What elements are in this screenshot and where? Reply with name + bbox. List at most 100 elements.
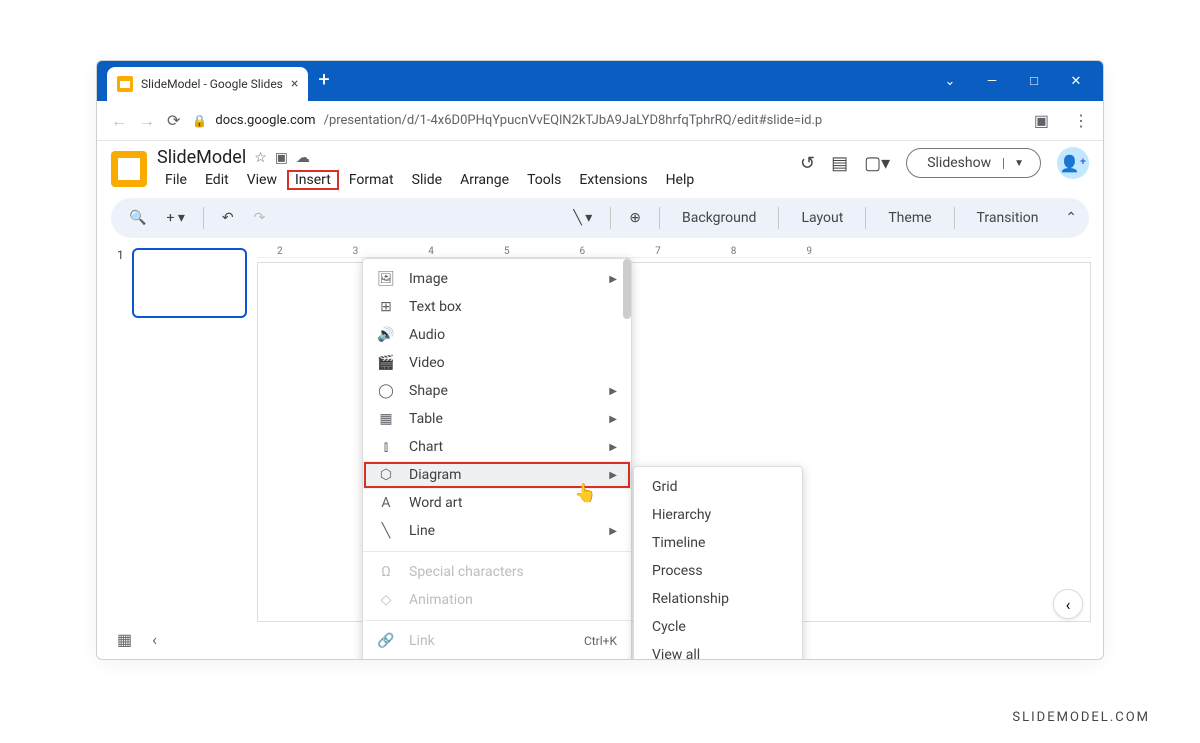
menu-insert[interactable]: Insert xyxy=(287,170,339,190)
menu-tools[interactable]: Tools xyxy=(519,170,569,190)
maximize-button[interactable]: □ xyxy=(1027,74,1041,88)
reload-icon[interactable]: ⟳ xyxy=(167,111,180,130)
undo-icon[interactable]: ↶ xyxy=(216,206,240,230)
menu-format[interactable]: Format xyxy=(341,170,402,190)
menu-shortcut: Ctrl+K xyxy=(584,634,617,648)
submenu-arrow-icon: ▶ xyxy=(609,470,617,481)
menu-item-label: Chart xyxy=(409,439,595,455)
insert-menu-item-comment[interactable]: ⊕CommentCtrl+Alt+M xyxy=(363,655,631,660)
menu-item-label: Animation xyxy=(409,592,617,608)
image-icon: 🖼 xyxy=(377,271,395,287)
menu-extensions[interactable]: Extensions xyxy=(571,170,655,190)
diagram-option-hierarchy[interactable]: Hierarchy xyxy=(634,501,802,529)
slideshow-label: Slideshow xyxy=(927,155,991,171)
line-tool-icon[interactable]: ╲ ▾ xyxy=(567,206,598,230)
table-icon: ▦ xyxy=(377,411,395,427)
url-field[interactable]: 🔒 docs.google.com/presentation/d/1-4x6D0… xyxy=(192,113,1021,128)
diagram-option-grid[interactable]: Grid xyxy=(634,473,802,501)
insert-textbox-icon[interactable]: ⊕ xyxy=(623,206,647,230)
nav-back-icon[interactable]: ← xyxy=(111,111,127,131)
ruler-mark: 8 xyxy=(731,246,737,257)
titlebar: SlideModel - Google Slides × + ⌄ — □ ✕ xyxy=(97,61,1103,101)
menu-help[interactable]: Help xyxy=(658,170,703,190)
move-folder-icon[interactable]: ▣ xyxy=(275,150,288,166)
background-button[interactable]: Background xyxy=(672,206,766,230)
insert-menu-item-text-box[interactable]: ⊞Text box xyxy=(363,293,631,321)
doc-title[interactable]: SlideModel xyxy=(157,147,246,168)
menu-arrange[interactable]: Arrange xyxy=(452,170,517,190)
menu-file[interactable]: File xyxy=(157,170,195,190)
star-icon[interactable]: ☆ xyxy=(254,150,267,166)
diagram-option-process[interactable]: Process xyxy=(634,557,802,585)
url-domain: docs.google.com xyxy=(215,113,315,128)
menu-view[interactable]: View xyxy=(239,170,285,190)
diagram-option-cycle[interactable]: Cycle xyxy=(634,613,802,641)
expand-panel-button[interactable]: ‹ xyxy=(1053,589,1083,619)
new-slide-icon[interactable]: + ▾ xyxy=(160,206,190,230)
insert-menu-item-image[interactable]: 🖼Image▶ xyxy=(363,265,631,293)
share-button[interactable]: 👤⁺ xyxy=(1057,147,1089,179)
menu-item-label: Diagram xyxy=(409,467,595,483)
menu-item-label: Special characters xyxy=(409,564,617,580)
insert-menu-item-table[interactable]: ▦Table▶ xyxy=(363,405,631,433)
collapse-toolbar-icon[interactable]: ⌃ xyxy=(1065,210,1077,226)
close-window-button[interactable]: ✕ xyxy=(1069,74,1083,88)
transition-button[interactable]: Transition xyxy=(967,206,1049,230)
new-tab-button[interactable]: + xyxy=(318,67,329,91)
search-menus-icon[interactable]: 🔍 xyxy=(123,206,152,230)
browser-menu-icon[interactable]: ⋮ xyxy=(1073,111,1089,130)
insert-menu-item-audio[interactable]: 🔊Audio xyxy=(363,321,631,349)
theme-button[interactable]: Theme xyxy=(878,206,941,230)
diagram-option-timeline[interactable]: Timeline xyxy=(634,529,802,557)
insert-menu-item-shape[interactable]: ◯Shape▶ xyxy=(363,377,631,405)
ruler-mark: 4 xyxy=(428,246,434,257)
diagram-option-relationship[interactable]: Relationship xyxy=(634,585,802,613)
slideshow-dropdown-icon[interactable]: ▼ xyxy=(1003,158,1024,169)
toolbar: 🔍 + ▾ ↶ ↷ ╲ ▾ ⊕ Background Layout Theme … xyxy=(111,198,1089,238)
insert-menu-item-chart[interactable]: ⫾Chart▶ xyxy=(363,433,631,461)
history-icon[interactable]: ↺ xyxy=(800,153,815,174)
slide-thumbnail[interactable] xyxy=(132,248,247,318)
address-bar: ← → ⟳ 🔒 docs.google.com/presentation/d/1… xyxy=(97,101,1103,141)
window-controls: ⌄ — □ ✕ xyxy=(943,74,1103,88)
comments-icon[interactable]: ▤ xyxy=(831,153,848,174)
shape-icon: ◯ xyxy=(377,383,395,399)
chart-icon: ⫾ xyxy=(377,439,395,455)
app-header: SlideModel ☆ ▣ ☁ FileEditViewInsertForma… xyxy=(97,141,1103,190)
thumb-number: 1 xyxy=(117,248,124,318)
menu-item-label: Shape xyxy=(409,383,595,399)
animation-icon: ◇ xyxy=(377,592,395,608)
chevron-down-icon[interactable]: ⌄ xyxy=(943,74,957,88)
meet-icon[interactable]: ▢▾ xyxy=(864,153,890,174)
slideshow-button[interactable]: Slideshow ▼ xyxy=(906,148,1041,178)
diagram-option-view-all[interactable]: View all xyxy=(634,641,802,660)
diagram-icon: ⬡ xyxy=(377,467,395,483)
browser-window: SlideModel - Google Slides × + ⌄ — □ ✕ ←… xyxy=(96,60,1104,660)
minimize-button[interactable]: — xyxy=(985,74,999,88)
insert-menu-dropdown: 🖼Image▶⊞Text box🔊Audio🎬Video ◯ Shape ▶ ▦ Tabl… xyxy=(362,258,632,660)
tab-close-icon[interactable]: × xyxy=(291,77,298,91)
insert-menu-item-line[interactable]: ╲Line▶ xyxy=(363,517,631,545)
redo-icon[interactable]: ↷ xyxy=(248,206,272,230)
install-app-icon[interactable]: ▣ xyxy=(1034,111,1049,130)
insert-menu-item-special-characters: ΩSpecial characters xyxy=(363,558,631,586)
nav-forward-icon[interactable]: → xyxy=(139,111,155,131)
menu-edit[interactable]: Edit xyxy=(197,170,237,190)
menu-slide[interactable]: Slide xyxy=(404,170,450,190)
menu-item-label: Link xyxy=(409,633,570,649)
menu-item-label: Line xyxy=(409,523,595,539)
link-icon: 🔗 xyxy=(377,633,395,649)
grid-view-icon[interactable]: ▦ xyxy=(117,630,132,649)
url-path: /presentation/d/1-4x6D0PHqYpucnVvEQlN2kT… xyxy=(324,113,823,128)
cloud-status-icon: ☁ xyxy=(296,150,310,166)
prev-slide-icon[interactable]: ‹ xyxy=(152,630,157,649)
tab-favicon-icon xyxy=(117,76,133,92)
menu-item-label: Table xyxy=(409,411,595,427)
slides-logo-icon[interactable] xyxy=(111,151,147,187)
ruler-mark: 9 xyxy=(806,246,812,257)
browser-tab[interactable]: SlideModel - Google Slides × xyxy=(107,67,308,101)
diagram-submenu: GridHierarchyTimelineProcessRelationship… xyxy=(633,466,803,660)
submenu-arrow-icon: ▶ xyxy=(609,274,617,285)
insert-menu-item-video[interactable]: 🎬Video xyxy=(363,349,631,377)
layout-button[interactable]: Layout xyxy=(791,206,853,230)
